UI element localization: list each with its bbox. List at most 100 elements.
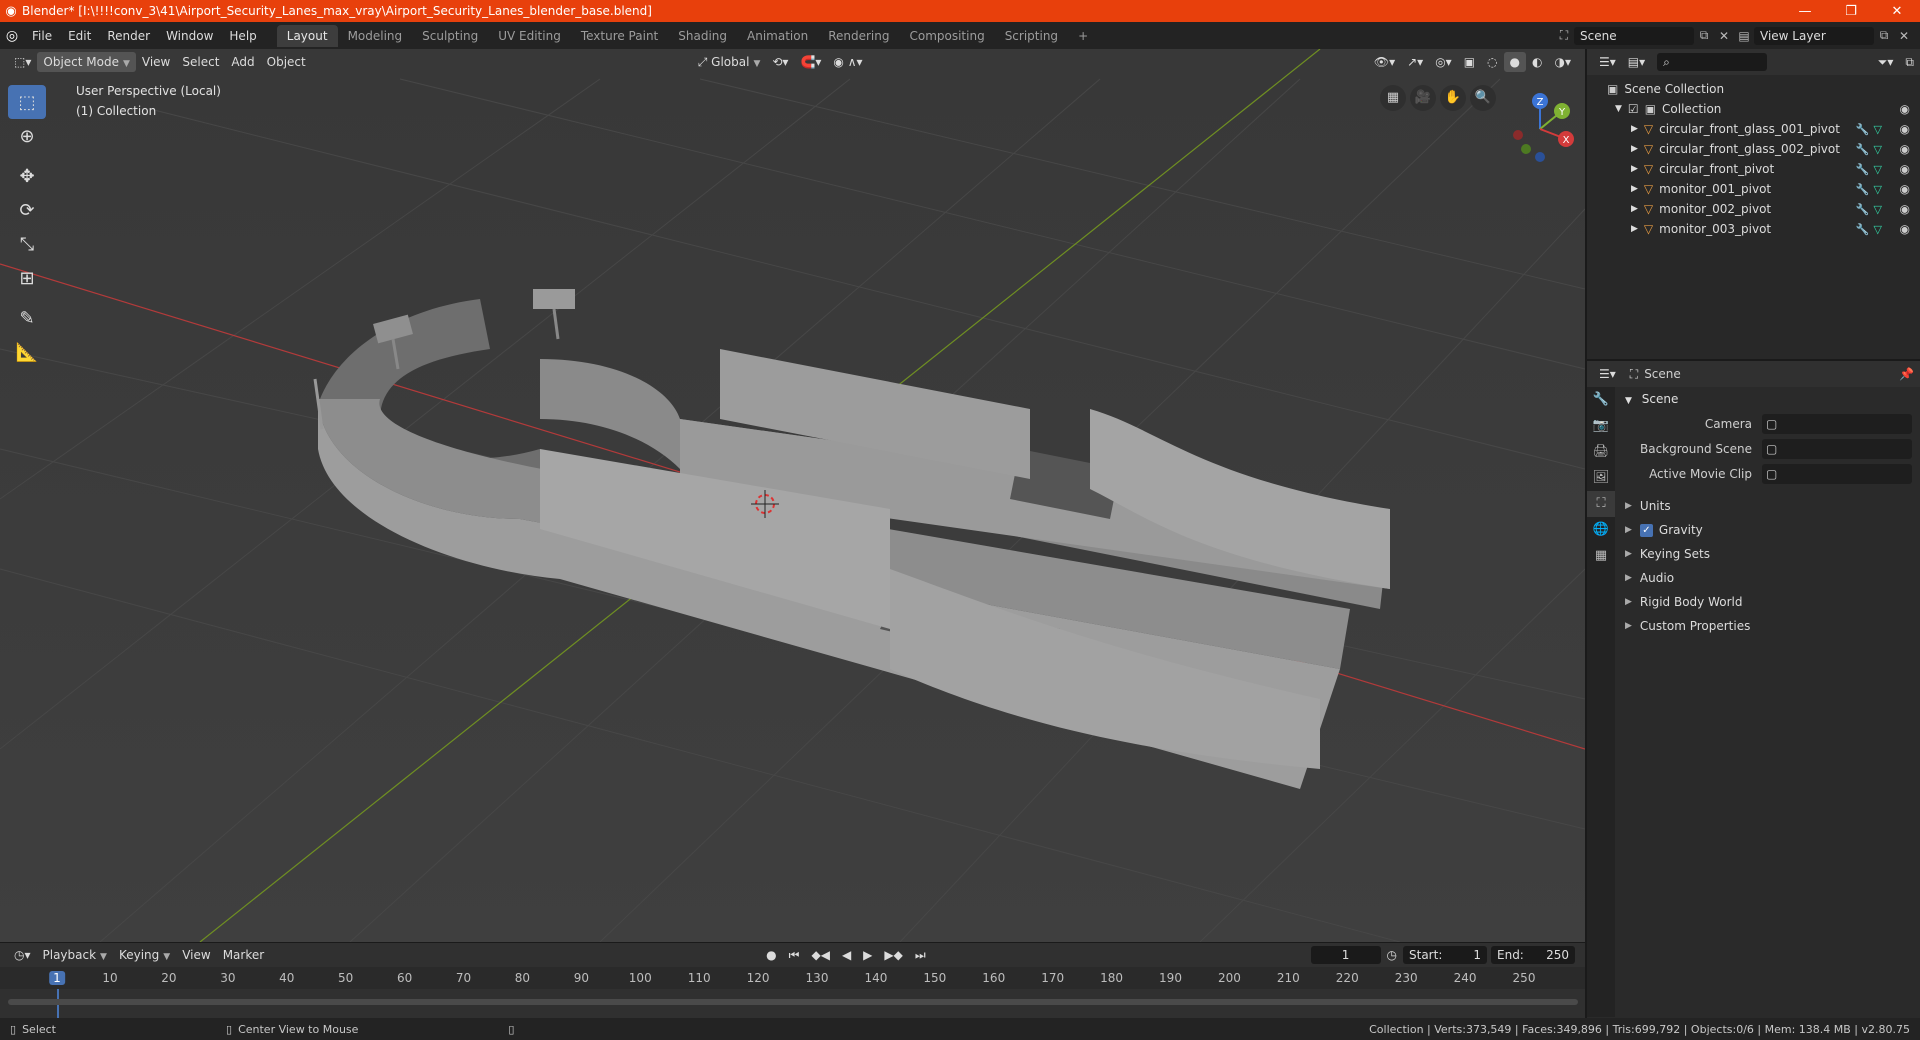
move-tool-icon[interactable]: ✥ bbox=[8, 159, 46, 193]
tool-tab-icon[interactable]: 🔧 bbox=[1587, 387, 1615, 413]
subpanel-header[interactable]: ▶ Units bbox=[1617, 494, 1920, 518]
transform-tool-icon[interactable]: ⊞ bbox=[8, 261, 46, 295]
tab-rendering[interactable]: Rendering bbox=[818, 25, 899, 47]
cursor-tool-icon[interactable]: ⊕ bbox=[8, 119, 46, 153]
annotate-tool-icon[interactable]: ✎ bbox=[8, 301, 46, 335]
scene-browse-icon[interactable]: ⛶ bbox=[1554, 28, 1574, 43]
scene-tab-icon[interactable]: ⛶ bbox=[1587, 491, 1615, 517]
gizmo-toggle-icon[interactable]: ↗▾ bbox=[1401, 52, 1429, 72]
menu-add[interactable]: Add bbox=[225, 52, 260, 72]
menu-file[interactable]: File bbox=[24, 25, 60, 47]
menu-select[interactable]: Select bbox=[176, 52, 225, 72]
eye-icon[interactable]: ◉ bbox=[1900, 162, 1910, 176]
camera-view-icon[interactable]: 🎥 bbox=[1410, 85, 1436, 111]
tab-animation[interactable]: Animation bbox=[737, 25, 818, 47]
select-box-tool-icon[interactable]: ⬚ bbox=[8, 85, 46, 119]
timeline-track[interactable] bbox=[0, 989, 1585, 1019]
measure-tool-icon[interactable]: 📐 bbox=[8, 335, 46, 369]
subpanel-header[interactable]: ▶ Keying Sets bbox=[1617, 542, 1920, 566]
editor-type-icon[interactable]: ⬚▾ bbox=[8, 52, 37, 72]
tab-texture-paint[interactable]: Texture Paint bbox=[571, 25, 668, 47]
view-layer-selector[interactable]: View Layer bbox=[1754, 26, 1874, 45]
scene-selector[interactable]: Scene bbox=[1574, 26, 1694, 45]
minimize-button[interactable]: — bbox=[1782, 4, 1828, 19]
eye-icon[interactable]: ◉ bbox=[1900, 222, 1910, 236]
menu-keying[interactable]: Keying ▼ bbox=[113, 945, 176, 965]
world-tab-icon[interactable]: 🌐 bbox=[1587, 517, 1615, 543]
navigation-gizmo[interactable]: Z Y X bbox=[1500, 89, 1580, 169]
snap-icon[interactable]: 🧲▾ bbox=[794, 52, 827, 72]
expand-arrow-icon[interactable]: ▶ bbox=[1631, 184, 1638, 194]
new-view-layer-icon[interactable]: ⧉ bbox=[1874, 28, 1894, 43]
view-layer-icon[interactable]: ▤ bbox=[1734, 29, 1754, 43]
transform-orientation-dropdown[interactable]: ⤢ Global ▼ bbox=[692, 52, 767, 72]
properties-editor-type-icon[interactable]: ☰▾ bbox=[1593, 364, 1622, 384]
tab-scripting[interactable]: Scripting bbox=[995, 25, 1068, 47]
menu-window[interactable]: Window bbox=[158, 25, 221, 47]
eye-icon[interactable]: ◉ bbox=[1900, 102, 1910, 116]
texture-tab-icon[interactable]: ▦ bbox=[1587, 543, 1615, 569]
blender-menu-icon[interactable]: ◎ bbox=[0, 28, 24, 44]
tab-sculpting[interactable]: Sculpting bbox=[412, 25, 488, 47]
rendered-shading-icon[interactable]: ◑▾ bbox=[1549, 52, 1578, 72]
outliner-object-row[interactable]: ▶ ▽ monitor_001_pivot 🔧 ▽ ◉ bbox=[1587, 179, 1920, 199]
menu-object[interactable]: Object bbox=[261, 52, 312, 72]
new-scene-icon[interactable]: ⧉ bbox=[1694, 28, 1714, 43]
menu-view[interactable]: View bbox=[136, 52, 176, 72]
pin-icon[interactable]: 📌 bbox=[1893, 364, 1920, 384]
play-icon[interactable]: ▶ bbox=[857, 945, 878, 965]
menu-help[interactable]: Help bbox=[221, 25, 264, 47]
menu-edit[interactable]: Edit bbox=[60, 25, 99, 47]
start-frame-field[interactable]: Start: 1 bbox=[1403, 946, 1487, 964]
tab-modeling[interactable]: Modeling bbox=[338, 25, 413, 47]
eye-icon[interactable]: ◉ bbox=[1900, 202, 1910, 216]
eye-icon[interactable]: ◉ bbox=[1900, 142, 1910, 156]
jump-start-icon[interactable]: ⏮ bbox=[783, 945, 806, 965]
outliner-object-row[interactable]: ▶ ▽ circular_front_glass_001_pivot 🔧 ▽ ◉ bbox=[1587, 119, 1920, 139]
outliner-object-row[interactable]: ▶ ▽ monitor_002_pivot 🔧 ▽ ◉ bbox=[1587, 199, 1920, 219]
filter-icon[interactable]: ⏷▾ bbox=[1872, 52, 1900, 72]
neg-x-icon[interactable] bbox=[1513, 130, 1523, 140]
menu-playback[interactable]: Playback ▼ bbox=[37, 945, 113, 965]
wireframe-shading-icon[interactable]: ◌ bbox=[1481, 52, 1503, 72]
timeline-editor-type-icon[interactable]: ◷▾ bbox=[8, 945, 37, 965]
outliner-search-input[interactable]: ⌕ bbox=[1657, 53, 1768, 71]
neg-y-icon[interactable] bbox=[1521, 144, 1531, 154]
zoom-icon[interactable]: 🔍 bbox=[1470, 85, 1496, 111]
tab-shading[interactable]: Shading bbox=[668, 25, 737, 47]
outliner-object-row[interactable]: ▶ ▽ circular_front_glass_002_pivot 🔧 ▽ ◉ bbox=[1587, 139, 1920, 159]
expand-arrow-icon[interactable]: ▶ bbox=[1631, 124, 1638, 134]
record-icon[interactable]: ● bbox=[760, 945, 782, 965]
outliner-editor-type-icon[interactable]: ☰▾ bbox=[1593, 52, 1622, 72]
gravity-checkbox[interactable]: ✓ bbox=[1639, 523, 1653, 537]
subpanel-header[interactable]: ▶ Audio bbox=[1617, 566, 1920, 590]
expand-arrow-icon[interactable]: ▼ bbox=[1615, 104, 1622, 114]
pan-hand-icon[interactable]: ✋ bbox=[1440, 85, 1466, 111]
tab-layout[interactable]: Layout bbox=[276, 24, 338, 47]
xray-icon[interactable]: ▣ bbox=[1458, 52, 1481, 72]
grid-view-icon[interactable]: ▦ bbox=[1380, 85, 1406, 111]
material-shading-icon[interactable]: ◐ bbox=[1526, 52, 1548, 72]
clock-icon[interactable]: ◷ bbox=[1381, 945, 1403, 965]
add-workspace-button[interactable]: + bbox=[1068, 25, 1098, 47]
scene-collection-row[interactable]: ▣ Scene Collection bbox=[1587, 79, 1920, 99]
delete-view-layer-icon[interactable]: ✕ bbox=[1894, 29, 1914, 43]
expand-arrow-icon[interactable]: ▶ bbox=[1631, 144, 1638, 154]
checkbox-icon[interactable]: ☑ bbox=[1628, 102, 1639, 116]
current-frame-field[interactable]: 1 bbox=[1310, 946, 1381, 964]
view-layer-tab-icon[interactable]: 🖼 bbox=[1587, 465, 1615, 491]
expand-arrow-icon[interactable]: ▶ bbox=[1631, 204, 1638, 214]
neg-z-icon[interactable] bbox=[1535, 152, 1545, 162]
restore-button[interactable]: ❐ bbox=[1828, 4, 1874, 19]
visibility-icon[interactable]: 👁▾ bbox=[1368, 52, 1401, 72]
subpanel-header[interactable]: ▶ ✓ Gravity bbox=[1617, 518, 1920, 542]
next-keyframe-icon[interactable]: ▶◆ bbox=[878, 945, 908, 965]
delete-scene-icon[interactable]: ✕ bbox=[1714, 29, 1734, 43]
eye-icon[interactable]: ◉ bbox=[1900, 122, 1910, 136]
display-mode-icon[interactable]: ▤▾ bbox=[1622, 52, 1651, 72]
menu-render[interactable]: Render bbox=[99, 25, 158, 47]
tab-compositing[interactable]: Compositing bbox=[899, 25, 994, 47]
subpanel-header[interactable]: ▶ Custom Properties bbox=[1617, 614, 1920, 638]
camera-field[interactable]: ▢ bbox=[1762, 413, 1912, 434]
expand-arrow-icon[interactable]: ▶ bbox=[1631, 164, 1638, 174]
